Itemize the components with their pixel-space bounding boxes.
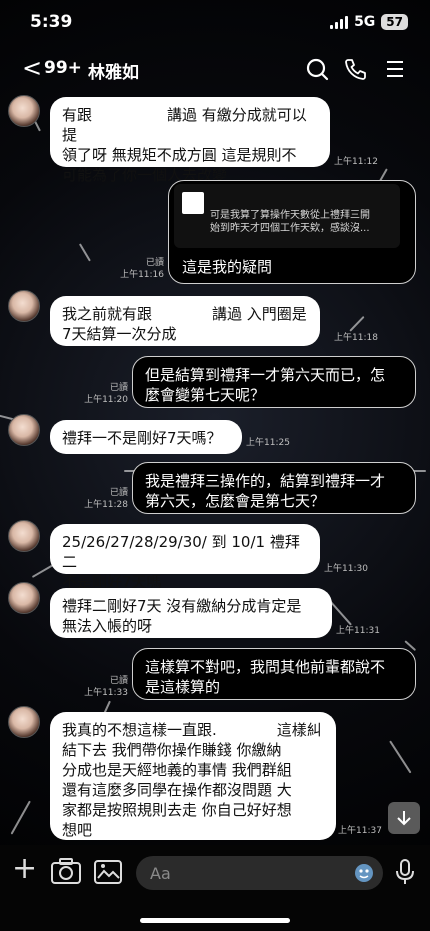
sticker-icon[interactable] [352,860,376,886]
contact-avatar[interactable] [8,706,40,738]
image-icon[interactable] [92,856,124,886]
quote-thumbnail [182,192,204,214]
message-outgoing[interactable]: 這樣算不對吧，我問其他前輩都說不 是這樣算的 [132,648,416,700]
message-outgoing[interactable]: 我是禮拜三操作的，結算到禮拜一才 第六天，怎麼會是第七天？ [132,462,416,514]
quoted-text: 可是我算了算操作天數從上禮拜三開 始到昨天才四個工作天欸，感談沒... [210,210,370,234]
read-receipt: 已讀 [109,488,128,498]
read-receipt: 已讀 [109,383,128,393]
message-incoming[interactable]: 禮拜二剛好7天 沒有繳納分成肯定是 無法入帳的呀 [50,588,332,638]
status-bar: 5:39 5G 57 [0,0,430,48]
scroll-down-button[interactable] [388,802,420,834]
message-time: 上午11:30 [324,564,368,574]
message-time: 上午11:16 [120,270,164,280]
message-time: 上午11:20 [84,395,128,405]
unread-count[interactable]: 99+ [44,58,82,78]
mic-icon[interactable] [394,858,416,886]
message-time: 上午11:12 [334,157,378,167]
contact-avatar[interactable] [8,582,40,614]
chat-header: < 99+ 林雅如 [0,48,430,92]
message-incoming[interactable]: 我之前就有跟 講過 入門圈是 7天結算一次分成 [50,296,320,346]
message-incoming[interactable]: 我真的不想這樣一直跟. 這樣糾 結下去 我們帶你操作賺錢 你繳納 分成也是天經地… [50,712,336,840]
message-incoming[interactable]: 25/26/27/28/29/30/ 到 10/1 禮拜二 不是剛好7天嗎 [50,524,320,591]
message-input-placeholder: Aa [150,864,171,883]
contact-name[interactable]: 林雅如 [88,58,139,83]
contact-avatar[interactable] [8,95,40,127]
contact-avatar[interactable] [8,290,40,322]
status-indicators: 5G 57 [330,14,408,30]
message-outgoing[interactable]: 但是結算到禮拜一才第六天而已，怎 麼會變第七天呢？ [132,356,416,408]
status-time: 5:39 [30,12,73,32]
message-incoming[interactable]: 有跟 講過 有繳分成就可以提 領了呀 無規矩不成方圓 這是規則不 可能為了你一個… [50,97,330,184]
read-receipt: 已讀 [145,258,164,268]
message-time: 上午11:31 [336,626,380,636]
search-icon[interactable] [304,56,330,82]
battery-icon: 57 [381,14,408,30]
message-time: 上午11:28 [84,500,128,510]
message-incoming[interactable]: 禮拜一不是剛好7天嗎？ [50,420,242,454]
message-text: 這是我的疑問 [182,258,273,276]
message-input[interactable] [136,856,383,890]
message-time: 上午11:37 [338,826,382,836]
home-indicator [140,918,290,923]
phone-icon[interactable] [342,56,368,82]
scroll-down-icon [397,811,411,826]
signal-icon [330,15,349,29]
network-label: 5G [354,14,376,30]
plus-icon[interactable]: + [12,852,37,886]
contact-avatar[interactable] [8,520,40,552]
menu-icon[interactable] [382,56,408,82]
camera-icon[interactable] [50,856,82,886]
message-time: 上午11:33 [84,688,128,698]
message-time: 上午11:25 [246,438,290,448]
contact-avatar[interactable] [8,414,40,446]
message-time: 上午11:18 [334,333,378,343]
read-receipt: 已讀 [109,676,128,686]
back-button[interactable]: < [22,54,42,82]
